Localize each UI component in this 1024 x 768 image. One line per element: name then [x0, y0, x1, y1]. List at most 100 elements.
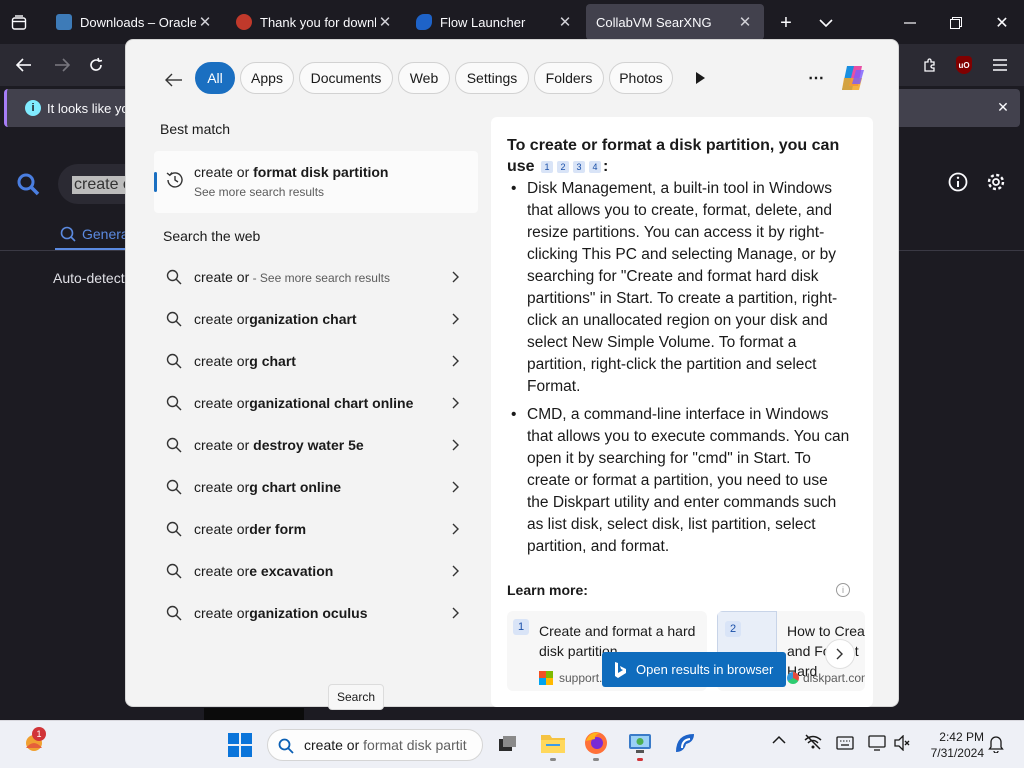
best-match-item[interactable]: create or format disk partition See more…	[154, 151, 478, 213]
web-suggestion[interactable]: create or - See more search results	[156, 257, 472, 297]
search-typed-text: create or	[304, 737, 360, 753]
tab-list-icon[interactable]	[8, 12, 30, 34]
web-suggestion[interactable]: create org chart online	[156, 467, 472, 507]
about-info-icon[interactable]	[946, 170, 970, 194]
volume-muted-icon[interactable]	[894, 735, 910, 751]
more-options-icon[interactable]: ⋯	[804, 68, 828, 88]
suggestion-typed: create or	[194, 563, 250, 579]
file-explorer-icon[interactable]	[540, 732, 566, 761]
carousel-next-icon[interactable]	[825, 639, 855, 669]
list-all-tabs-icon[interactable]	[814, 11, 838, 35]
more-filters-play-icon[interactable]	[690, 68, 710, 88]
network-icon[interactable]	[804, 734, 822, 750]
remote-desktop-icon[interactable]	[628, 731, 652, 761]
web-suggestion[interactable]: create organization chart	[156, 299, 472, 339]
filter-apps[interactable]: Apps	[240, 62, 294, 94]
tab-downloads-oracle[interactable]: Downloads – Oracle VM ✕	[46, 4, 224, 40]
display-icon[interactable]	[868, 735, 886, 751]
close-window-icon[interactable]: ✕	[990, 11, 1014, 35]
tab-thank-you[interactable]: Thank you for downloading ✕	[226, 4, 404, 40]
chevron-right-icon	[452, 439, 459, 451]
citation-4[interactable]: 4	[589, 160, 602, 173]
keyboard-icon[interactable]	[836, 736, 854, 750]
notification-close-icon[interactable]: ✕	[993, 97, 1013, 117]
forward-icon[interactable]	[50, 53, 74, 77]
search-icon	[166, 311, 182, 327]
weather-widget[interactable]: 1	[22, 727, 48, 757]
open-results-in-browser-button[interactable]: Open results in browser	[602, 652, 786, 687]
app-menu-icon[interactable]	[988, 53, 1012, 77]
minimize-window-icon[interactable]	[898, 11, 922, 35]
citation-1[interactable]: 1	[541, 160, 554, 173]
web-suggestion[interactable]: create organization oculus	[156, 593, 472, 633]
tab-general-label: Genera	[82, 226, 129, 242]
searxng-search-icon[interactable]	[14, 170, 42, 198]
suggestion-rest: g chart	[249, 353, 296, 369]
search-icon	[166, 479, 182, 495]
citation-2[interactable]: 2	[557, 160, 570, 173]
answer-bullet-cmd: CMD, a command-line interface in Windows…	[511, 404, 851, 558]
citation-3[interactable]: 3	[573, 160, 586, 173]
taskbar-search-text: create or format disk partit	[304, 737, 467, 753]
oracle-favicon-icon	[56, 14, 72, 30]
close-tab-icon[interactable]: ✕	[376, 13, 394, 31]
filter-all[interactable]: All	[195, 62, 235, 94]
running-indicator	[550, 758, 556, 761]
suggestion-rest: destroy water 5e	[253, 437, 364, 453]
reload-icon[interactable]	[84, 53, 108, 77]
running-indicator	[593, 758, 599, 761]
tab-collabvm-searxng[interactable]: CollabVM SearXNG ✕	[586, 4, 764, 40]
system-clock[interactable]: 2:42 PM 7/31/2024	[914, 729, 984, 761]
show-hidden-icons-chevron-icon[interactable]	[772, 735, 786, 745]
filter-folders[interactable]: Folders	[534, 62, 604, 94]
info-icon[interactable]: i	[836, 583, 850, 597]
tab-label: Flow Launcher	[440, 14, 526, 30]
search-icon	[166, 521, 182, 537]
language-auto-detect[interactable]: Auto-detect	[53, 270, 125, 286]
search-icon	[278, 738, 294, 754]
start-button[interactable]	[228, 733, 252, 757]
best-match-bold: format disk partition	[253, 164, 389, 180]
web-suggestion[interactable]: create or destroy water 5e	[156, 425, 472, 465]
filter-settings[interactable]: Settings	[455, 62, 529, 94]
suggestion-hint: - See more search results	[249, 271, 390, 285]
close-tab-icon[interactable]: ✕	[736, 13, 754, 31]
copilot-icon[interactable]	[838, 64, 868, 92]
suggestion-rest: der form	[249, 521, 307, 537]
preferences-gear-icon[interactable]	[984, 170, 1008, 194]
open-results-label: Open results in browser	[636, 662, 774, 677]
back-arrow-icon[interactable]	[162, 68, 186, 92]
tab-general[interactable]: Genera	[60, 226, 129, 242]
web-suggestion[interactable]: create organizational chart online	[156, 383, 472, 423]
search-icon	[166, 269, 182, 285]
tab-flow-launcher[interactable]: Flow Launcher ✕	[406, 4, 584, 40]
web-suggestion[interactable]: create ore excavation	[156, 551, 472, 591]
best-match-subtitle: See more search results	[194, 185, 325, 199]
new-tab-icon[interactable]: +	[774, 11, 798, 35]
tab-label: Thank you for downloading	[260, 14, 376, 30]
selection-indicator	[154, 172, 157, 192]
learn-more-heading: Learn more:	[507, 582, 588, 598]
extensions-icon[interactable]	[918, 53, 942, 77]
chevron-right-icon	[452, 313, 459, 325]
filter-photos[interactable]: Photos	[609, 62, 673, 94]
close-tab-icon[interactable]: ✕	[556, 13, 574, 31]
ublock-origin-icon[interactable]: uO	[956, 56, 972, 74]
clock-date: 7/31/2024	[930, 746, 984, 760]
history-icon	[164, 169, 186, 191]
web-suggestion[interactable]: create org chart	[156, 341, 472, 381]
back-icon[interactable]	[12, 53, 36, 77]
web-suggestion[interactable]: create order form	[156, 509, 472, 549]
chevron-right-icon	[452, 397, 459, 409]
notifications-bell-icon[interactable]	[988, 735, 1004, 753]
browser-tab-bar: Downloads – Oracle VM ✕ Thank you for do…	[0, 0, 1024, 44]
restore-window-icon[interactable]	[944, 11, 968, 35]
filter-documents[interactable]: Documents	[299, 62, 393, 94]
search-icon	[166, 437, 182, 453]
taskbar-search-box[interactable]: create or format disk partit	[267, 729, 483, 761]
firefox-icon[interactable]	[584, 731, 608, 761]
close-tab-icon[interactable]: ✕	[196, 13, 214, 31]
task-view-icon[interactable]	[498, 735, 518, 753]
filter-web[interactable]: Web	[398, 62, 450, 94]
flow-launcher-icon[interactable]	[672, 730, 698, 756]
